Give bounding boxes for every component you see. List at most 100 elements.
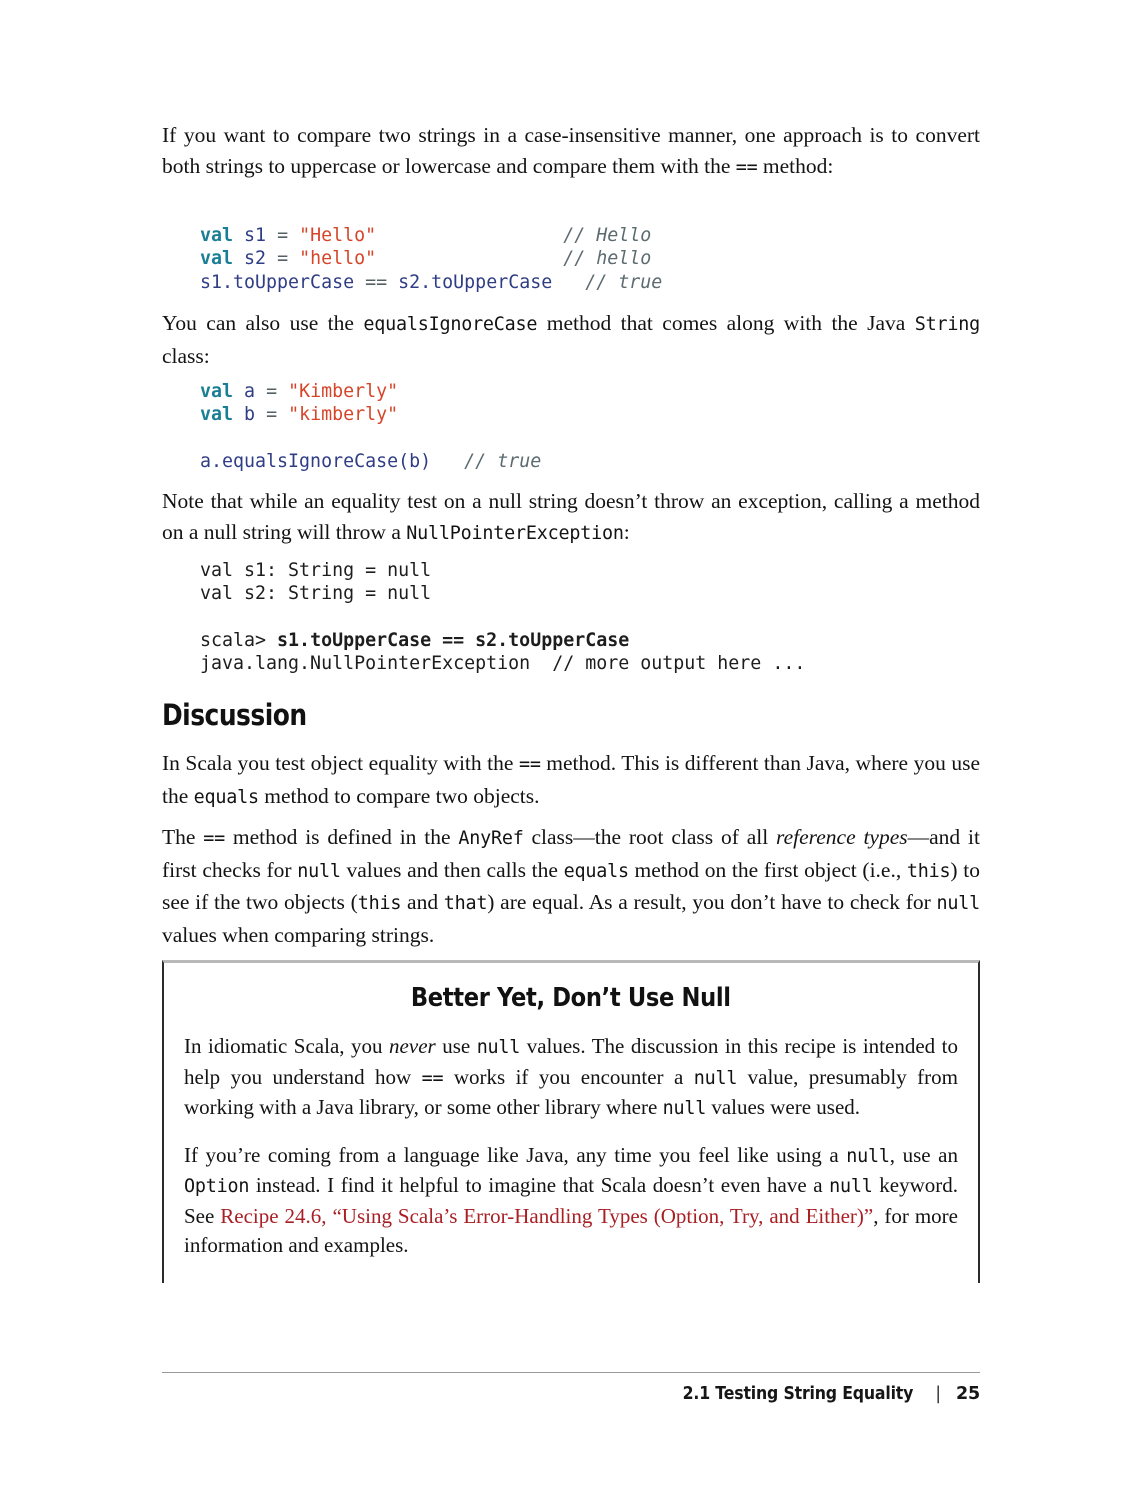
code-block-equalsignorecase: val a = "Kimberly" val b = "kimberly" a.e… <box>162 380 1018 473</box>
inline-code-null-4: null <box>693 1067 738 1089</box>
code-token: "Kimberly" <box>288 381 399 402</box>
sb1-f: values were used. <box>706 1095 861 1119</box>
code-token: a <box>244 381 256 402</box>
paragraph-equalsignorecase-text-a: You can also use the <box>162 311 364 335</box>
code-line: val s2 = "hello" // hello <box>200 247 1018 270</box>
code-token: a.equalsIgnoreCase(b) <box>200 450 432 472</box>
code-token: s2.toUpperCase <box>398 271 553 293</box>
code-line: val s1: String = null <box>200 559 1018 582</box>
paragraph-equalsignorecase-text-c: class: <box>162 343 210 368</box>
document-page: If you want to compare two strings in a … <box>162 0 980 1500</box>
inline-code-null-7: null <box>829 1176 873 1197</box>
inline-code-null-5: null <box>662 1098 707 1119</box>
code-line: val s2: String = null <box>200 582 1018 605</box>
inline-code-string-class: String <box>914 314 980 335</box>
code-token: s1.toUpperCase <box>200 271 355 293</box>
code-token: s1 <box>244 225 267 246</box>
sb1-d: works if you encounter a <box>443 1064 694 1089</box>
p5-j: values when comparing strings. <box>162 922 435 947</box>
code-line: val b = "kimberly" <box>200 403 1018 426</box>
inline-code-option: Option <box>184 1176 250 1197</box>
code-token: val <box>200 225 234 246</box>
sb1-b: use <box>435 1034 477 1058</box>
sidebar-paragraph-2: If you’re coming from a language like Ja… <box>184 1141 958 1261</box>
cross-reference-link-recipe-24-6[interactable]: Recipe 24.6, “Using Scala’s Error-Handli… <box>220 1204 873 1228</box>
inline-code-equals-method: equals <box>193 786 259 808</box>
code-token: val <box>200 381 234 402</box>
code-block-uppercase-comparison: val s1 = "Hello" // Hello val s2 = "hello… <box>162 224 1018 294</box>
paragraph-discussion-1-text-c: method to compare two objects. <box>258 783 540 808</box>
inline-code-equals-method-2: equals <box>563 860 629 882</box>
code-token: s2 <box>244 248 267 270</box>
code-token: "Hello" <box>299 225 377 246</box>
code-line <box>200 427 1018 450</box>
code-token: = <box>266 404 278 426</box>
repl-prompt: scala> <box>200 629 278 651</box>
footer-separator: | <box>935 1384 941 1404</box>
inline-code-this-2: this <box>357 893 402 914</box>
inline-code-null-3: null <box>476 1037 521 1058</box>
sidebar-title-text: Better Yet, Don’t Use Null <box>411 983 731 1013</box>
code-token: // true <box>585 271 663 293</box>
p5-e: values and then calls the <box>340 857 564 882</box>
inline-code-equals-operator: == <box>735 156 758 178</box>
paragraph-nullpointer-text-b: : <box>623 519 630 544</box>
sidebar-paragraph-1: In idiomatic Scala, you never use null v… <box>184 1032 958 1124</box>
paragraph-discussion-1-text-a: In Scala you test object equality with t… <box>162 751 519 775</box>
sb2-a: If you’re coming from a language like Ja… <box>184 1142 847 1167</box>
paragraph-discussion-1: In Scala you test object equality with t… <box>162 748 980 813</box>
inline-code-equals-operator-4: == <box>421 1067 444 1089</box>
sidebar-title: Better Yet, Don’t Use Null <box>184 983 958 1013</box>
inline-code-that: that <box>443 893 488 914</box>
sb1-a: In idiomatic Scala, you <box>184 1034 390 1058</box>
code-line: val a = "Kimberly" <box>200 380 1018 403</box>
code-token: val <box>200 248 234 270</box>
code-token: b <box>244 404 256 426</box>
sidebar-callout-box: Better Yet, Don’t Use Null In idiomatic … <box>162 960 980 1283</box>
code-token: = <box>277 225 289 246</box>
inline-code-equalsignorecase: equalsIgnoreCase <box>363 314 538 335</box>
footer-divider-rule <box>162 1372 980 1373</box>
code-line: val s1 = "Hello" // Hello <box>200 224 1018 247</box>
code-line: java.lang.NullPointerException // more o… <box>200 652 1018 675</box>
paragraph-nullpointer: Note that while an equality test on a nu… <box>162 486 980 549</box>
inline-code-anyref: AnyRef <box>458 828 524 849</box>
inline-code-this-1: this <box>906 860 951 882</box>
code-token: "kimberly" <box>288 404 399 426</box>
p5-a: The <box>162 825 204 849</box>
footer-section-title: 2.1 Testing String Equality <box>682 1384 914 1404</box>
paragraph-equalsignorecase: You can also use the equalsIgnoreCase me… <box>162 308 980 371</box>
paragraph-intro: If you want to compare two strings in a … <box>162 120 980 183</box>
code-token: // Hello <box>563 225 652 246</box>
page-number: 25 <box>956 1384 980 1404</box>
inline-code-null-1: null <box>297 860 341 882</box>
code-block-repl-nullpointer: val s1: String = null val s2: String = nu… <box>162 559 1018 675</box>
emphasis-never: never <box>389 1034 436 1058</box>
inline-code-nullpointerexception: NullPointerException <box>406 522 624 544</box>
code-token: // true <box>464 450 542 472</box>
inline-code-equals-operator-2: == <box>518 754 541 775</box>
sb2-b: , use an <box>889 1142 958 1167</box>
code-token: = <box>277 248 289 270</box>
code-token: == <box>365 271 388 293</box>
code-token: val <box>200 404 234 426</box>
emphasis-reference-types: reference types <box>776 825 908 849</box>
p5-f: method on the first object (i.e., <box>628 857 907 882</box>
code-token: "hello" <box>299 248 377 270</box>
